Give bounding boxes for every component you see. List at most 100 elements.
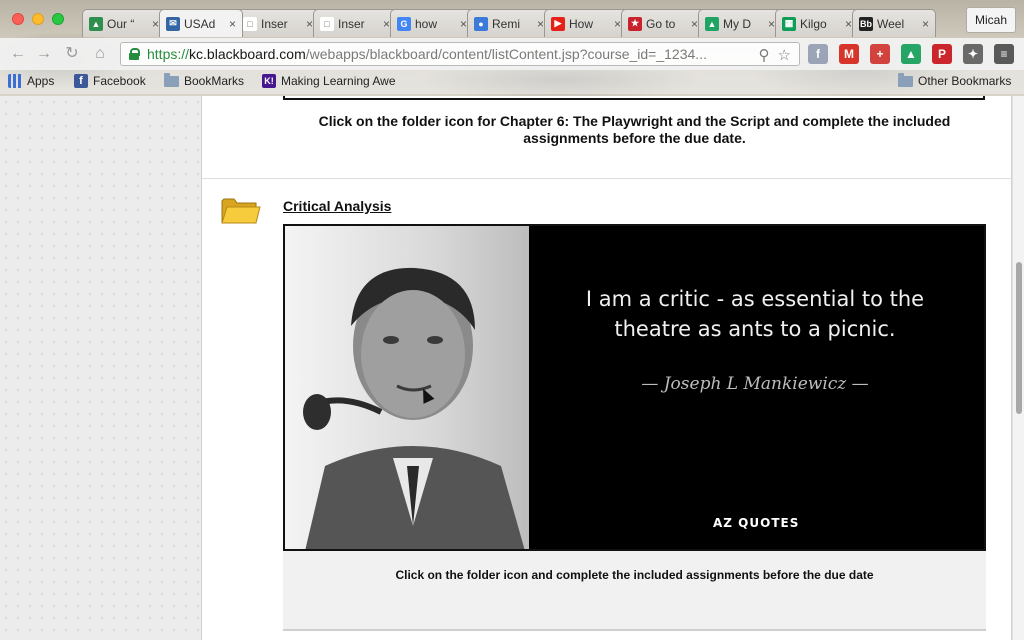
item-divider [202,178,1013,179]
folder-icon [898,72,913,87]
tab-title: Remi [492,16,521,31]
bookmark-making-learning[interactable]: K! Making Learning Awe [262,74,396,88]
browser-tab[interactable]: Bb Weel × [852,9,936,37]
previous-item-frame [283,96,985,100]
reload-icon[interactable]: ↻ [62,45,82,63]
browser-tab[interactable]: ● Remi × [467,9,551,37]
page-scrollbar[interactable] [1012,96,1024,640]
close-tab-icon[interactable]: × [691,17,698,31]
tab-favicon-icon: □ [320,16,334,31]
browser-tab[interactable]: □ Inser × [313,9,397,37]
bookmark-apps[interactable]: Apps [8,74,54,88]
puzzle-icon[interactable]: ✦ [963,44,983,64]
page-viewport: Click on the folder icon for Chapter 6: … [0,96,1024,640]
item-description: Click on the folder icon and complete th… [283,551,986,631]
tab-title: Kilgo [800,16,827,31]
quote-author: — Joseph L Mankiewicz — [641,374,869,394]
drive-icon[interactable]: ▲ [901,44,921,64]
tab-favicon-icon: G [397,16,411,31]
url-path: /webapps/blackboard/content/listContent.… [305,46,707,62]
close-tab-icon[interactable]: × [614,17,621,31]
scrollbar-thumb[interactable] [1016,262,1022,414]
tab-title: How [569,16,594,31]
item-caption: Click on the folder icon and complete th… [395,568,874,582]
tab-favicon-icon: □ [243,16,257,31]
url-scheme: https:// [147,46,190,62]
lock-icon [129,48,140,60]
plus-icon[interactable]: + [870,44,890,64]
url-host: kc.blackboard.com [189,46,306,62]
bookmark-label: BookMarks [184,74,245,88]
tab-title: Our “ [107,16,135,31]
address-bar[interactable]: https://kc.blackboard.com/webapps/blackb… [120,42,800,66]
portrait-photo [285,226,529,549]
tab-favicon-icon: ▲ [705,16,719,31]
folder-icon[interactable] [221,195,261,225]
close-tab-icon[interactable]: × [768,17,775,31]
bookmark-label: Apps [27,74,55,88]
quote-line: theatre as ants to a picnic. [614,317,896,341]
profile-name: Micah [974,13,1007,27]
browser-tab[interactable]: □ Inser × [236,9,320,37]
back-icon[interactable]: ← [8,45,28,63]
gmail-icon[interactable]: M [839,44,859,64]
browser-tab[interactable]: ✉ USAd × [159,9,243,37]
tab-favicon-icon: ● [474,16,488,31]
close-tab-icon[interactable]: × [460,17,467,31]
home-icon[interactable]: ⌂ [90,45,110,63]
browser-tab[interactable]: Ghow × [390,9,474,37]
tab-title: Weel [877,16,905,31]
bookmarks-bar: Apps f Facebook BookMarks K! Making Lear… [0,70,1024,94]
maximize-window-button[interactable] [52,13,64,25]
tab-favicon-icon: ▲ [89,16,103,31]
page-background [0,96,201,640]
search-icon[interactable]: ⚲ [759,46,770,64]
facebook-icon[interactable]: f [808,44,828,64]
close-tab-icon[interactable]: × [537,17,544,31]
browser-tab[interactable]: ▲ My D × [698,9,782,37]
browser-tab[interactable]: ▦ Kilgo × [775,9,859,37]
tab-favicon-icon: ★ [628,16,642,31]
tab-favicon-icon: Bb [859,16,873,31]
close-tab-icon[interactable]: × [229,17,236,31]
extension-bar: f M + ▲ P ✦ ≡ [808,44,1014,64]
previous-item-instructions: Click on the folder icon for Chapter 6: … [318,113,951,146]
tab-favicon-icon: ✉ [166,16,180,31]
bookmark-folder-bookmarks[interactable]: BookMarks [164,72,245,88]
other-bookmarks[interactable]: Other Bookmarks [898,72,1012,88]
close-tab-icon[interactable]: × [845,17,852,31]
apps-icon [8,74,22,88]
quote-text: I am a critic - as essential to the thea… [550,284,960,344]
tab-title: My D [723,16,751,31]
forward-icon[interactable]: → [34,45,54,63]
minimize-window-button[interactable] [32,13,44,25]
browser-chrome: ▲ Our “ × ✉ USAd × □ Inser × □ Inser × Ghow × ● Remi × ▶ H… [0,0,1024,96]
close-tab-icon[interactable]: × [306,17,313,31]
tab-title: Inser [261,16,288,31]
close-tab-icon[interactable]: × [152,17,159,31]
profile-button[interactable]: Micah [965,7,1016,33]
kahoot-icon: K! [262,74,276,88]
close-tab-icon[interactable]: × [922,17,929,31]
quote-line: I am a critic - as essential to the [585,287,925,311]
tab-title: Go to [646,16,676,31]
other-bookmarks-label: Other Bookmarks [918,74,1012,88]
browser-tab[interactable]: ▲ Our “ × [82,9,166,37]
folder-icon [164,72,179,87]
bookmark-facebook[interactable]: f Facebook [74,74,146,88]
tab-title: how [415,16,438,31]
content-list: Click on the folder icon for Chapter 6: … [201,96,1013,640]
close-tab-icon[interactable]: × [383,17,390,31]
browser-tab[interactable]: ★ Go to × [621,9,705,37]
facebook-icon: f [74,74,88,88]
browser-tab[interactable]: ▶ How × [544,9,628,37]
star-icon[interactable]: ☆ [778,46,791,64]
pinterest-icon[interactable]: P [932,44,952,64]
close-window-button[interactable] [12,13,24,25]
menu-icon[interactable]: ≡ [994,44,1014,64]
quote-image: I am a critic - as essential to the thea… [283,224,986,551]
tab-title: USAd [184,16,216,31]
tab-favicon-icon: ▶ [551,16,565,31]
tab-favicon-icon: ▦ [782,16,796,31]
item-title-link[interactable]: Critical Analysis [283,198,391,214]
